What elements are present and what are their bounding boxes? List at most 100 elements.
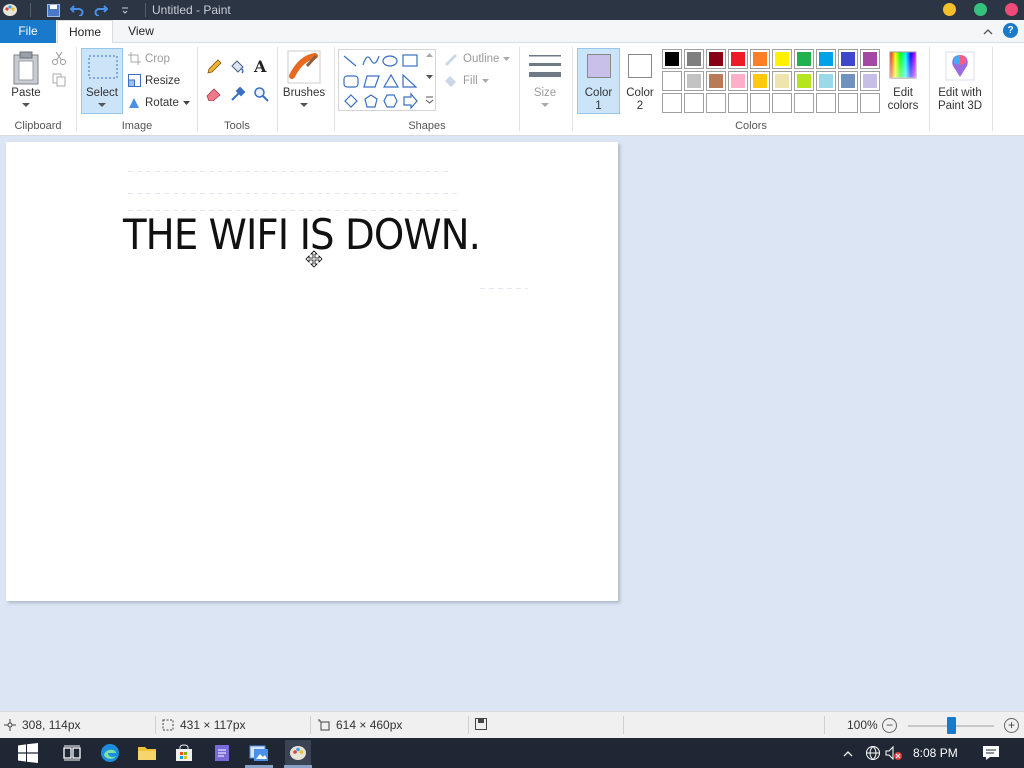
palette-swatch[interactable] [750,49,770,69]
outline-button[interactable]: Outline [443,52,511,66]
tab-view[interactable]: View [118,20,164,43]
paint3d-line1: Edit with [938,87,982,99]
eraser-icon[interactable] [206,87,222,101]
edit-colors-button[interactable]: Edit colors [882,87,924,113]
redo-icon[interactable] [93,2,109,18]
canvas-text[interactable]: THE WIFI IS DOWN. [123,210,481,259]
crop-button[interactable]: Crop [128,52,170,65]
clock[interactable]: 8:08 PM [913,746,958,760]
edit-colors-line2: colors [887,100,919,112]
minimize-button[interactable] [943,3,956,16]
palette-swatch[interactable] [728,49,748,69]
palette-swatch[interactable] [706,93,726,113]
select-rectangle-icon [88,55,118,79]
action-center-button[interactable] [980,742,1002,764]
chevron-down-icon[interactable] [541,103,549,108]
tab-file[interactable]: File [0,20,56,43]
save-icon[interactable] [45,2,61,18]
expand-gallery-icon[interactable] [425,95,434,104]
undo-icon[interactable] [69,2,85,18]
palette-swatch[interactable] [750,71,770,91]
color-picker-icon[interactable] [230,86,246,102]
edit-colors-icon[interactable] [889,51,917,79]
palette-swatch[interactable] [706,49,726,69]
palette-swatch[interactable] [860,93,880,113]
file-explorer-button[interactable] [136,742,158,764]
palette-swatch[interactable] [684,93,704,113]
paint3d-line2: Paint 3D [937,100,983,112]
scroll-down-icon[interactable] [426,75,433,79]
palette-swatch[interactable] [816,71,836,91]
paste-button[interactable]: Paste [8,87,44,100]
zoom-slider-thumb[interactable] [947,717,956,734]
palette-swatch[interactable] [662,93,682,113]
edge-taskbar-button[interactable] [99,742,121,764]
palette-swatch[interactable] [816,49,836,69]
palette-swatch[interactable] [706,71,726,91]
task-view-button[interactable] [61,742,83,764]
palette-swatch[interactable] [816,93,836,113]
chevron-down-icon[interactable] [98,103,106,108]
brushes-icon[interactable] [287,50,321,84]
maximize-button[interactable] [974,3,987,16]
palette-swatch[interactable] [684,71,704,91]
fill-bucket-icon[interactable] [229,59,245,75]
color2-label[interactable]: Color 2 [621,87,659,113]
size-label[interactable]: Size [525,87,565,100]
collapse-ribbon-icon[interactable] [983,24,993,38]
help-icon[interactable]: ? [1003,23,1018,38]
close-button[interactable] [1005,3,1018,16]
shapes-gallery[interactable] [338,49,436,111]
zoom-in-button[interactable]: + [1004,718,1019,733]
palette-swatch[interactable] [860,49,880,69]
store-button[interactable] [173,742,195,764]
palette-swatch[interactable] [772,93,792,113]
canvas[interactable]: THE WIFI IS DOWN. [6,142,618,601]
photos-button[interactable] [248,742,270,764]
cut-icon[interactable] [52,51,66,65]
window-controls [943,3,1018,16]
magnifier-icon[interactable] [253,86,269,102]
paint-taskbar-button[interactable] [285,740,311,766]
palette-swatch[interactable] [750,93,770,113]
tab-home[interactable]: Home [57,20,113,44]
palette-swatch[interactable] [838,93,858,113]
palette-swatch[interactable] [662,71,682,91]
palette-swatch[interactable] [728,93,748,113]
zoom-out-button[interactable]: − [882,718,897,733]
palette-swatch[interactable] [662,49,682,69]
palette-swatch[interactable] [794,71,814,91]
resize-button[interactable]: Resize [128,74,180,87]
palette-swatch[interactable] [728,71,748,91]
chevron-up-icon[interactable] [843,750,853,757]
chevron-down-icon[interactable] [300,103,308,108]
notepad-button[interactable] [211,742,233,764]
palette-swatch[interactable] [838,71,858,91]
palette-swatch[interactable] [838,49,858,69]
customize-toolbar-icon[interactable] [117,2,133,18]
palette-swatch[interactable] [684,49,704,69]
pencil-icon[interactable] [206,59,222,75]
scroll-up-icon[interactable] [426,53,433,57]
palette-swatch-color [775,52,789,66]
palette-swatch[interactable] [794,93,814,113]
paint3d-icon[interactable] [945,51,975,81]
paste-icon[interactable] [12,51,40,85]
text-tool-icon[interactable]: A [253,58,269,75]
fill-button[interactable]: Fill [443,74,489,88]
brushes-label[interactable]: Brushes [280,87,328,100]
edit-with-paint3d-button[interactable]: Edit with Paint 3D [932,87,988,113]
palette-swatch[interactable] [772,49,792,69]
color2-swatch[interactable] [628,54,652,78]
size-icon[interactable] [529,53,561,83]
palette-swatch[interactable] [860,71,880,91]
rotate-button[interactable]: Rotate [128,96,190,109]
copy-icon[interactable] [52,73,66,87]
palette-swatch[interactable] [794,49,814,69]
volume-muted-icon[interactable] [885,745,903,761]
network-globe-icon[interactable] [865,745,881,761]
paint-app-icon[interactable] [2,2,18,18]
palette-swatch[interactable] [772,71,792,91]
chevron-down-icon[interactable] [22,103,30,108]
start-button[interactable] [17,742,39,764]
